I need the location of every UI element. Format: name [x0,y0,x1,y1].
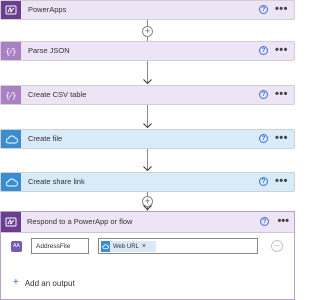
help-icon[interactable]: ? [259,90,268,99]
step-title: Create file [28,134,63,143]
more-options-icon[interactable]: ••• [275,130,288,146]
remove-token-icon[interactable]: × [142,241,146,252]
help-icon[interactable]: ? [259,5,268,14]
step-parse-json[interactable]: {⁄} Parse JSON ? ••• [0,41,295,61]
step-title: PowerApps [28,5,67,14]
cloud-icon [1,130,21,148]
output-name-input[interactable] [31,238,89,254]
dynamic-content-token[interactable]: Web URL × [101,241,156,252]
powerapps-icon [1,1,21,19]
arrow-down-icon [143,205,152,210]
svg-text:{⁄}: {⁄} [5,91,17,100]
more-options-icon[interactable]: ••• [275,86,288,102]
plus-icon: + [13,277,19,288]
arrow-down-icon [143,79,152,84]
card-header[interactable]: Respond to a PowerApp or flow ? ••• [1,212,294,233]
arrow-down-icon [143,123,152,128]
add-output-button[interactable]: + Add an output [13,277,75,289]
braces-icon: {⁄} [1,86,21,104]
step-create-share-link[interactable]: Create share link ? ••• [0,172,295,192]
more-options-icon[interactable]: ••• [277,212,289,230]
token-label: Web URL [113,243,139,250]
step-powerapps[interactable]: PowerApps ? ••• [0,0,295,20]
svg-text:{⁄}: {⁄} [5,47,17,56]
braces-icon: {⁄} [1,42,21,60]
card-title: Respond to a PowerApp or flow [27,217,133,226]
step-respond-to-powerapp: Respond to a PowerApp or flow ? ••• AA W… [0,211,295,300]
arrow-down-icon [143,166,152,171]
help-icon[interactable]: ? [259,177,268,186]
more-options-icon[interactable]: ••• [275,173,288,189]
output-type-icon: AA [11,241,22,252]
step-title: Parse JSON [28,46,70,55]
add-output-label: Add an output [24,278,75,288]
help-icon[interactable]: ? [260,217,269,226]
cloud-icon [1,173,21,191]
step-title: Create share link [28,177,85,186]
step-create-file[interactable]: Create file ? ••• [0,129,295,149]
output-value-input[interactable]: Web URL × [98,238,258,254]
help-icon[interactable]: ? [259,46,268,55]
insert-step-button[interactable]: + [142,26,153,37]
output-options-button[interactable]: … [271,240,283,252]
more-options-icon[interactable]: ••• [275,1,288,17]
step-title: Create CSV table [28,90,87,99]
cloud-icon [101,241,110,252]
more-options-icon[interactable]: ••• [275,42,288,58]
step-create-csv-table[interactable]: {⁄} Create CSV table ? ••• [0,85,295,105]
help-icon[interactable]: ? [259,134,268,143]
powerapps-icon [1,212,21,232]
